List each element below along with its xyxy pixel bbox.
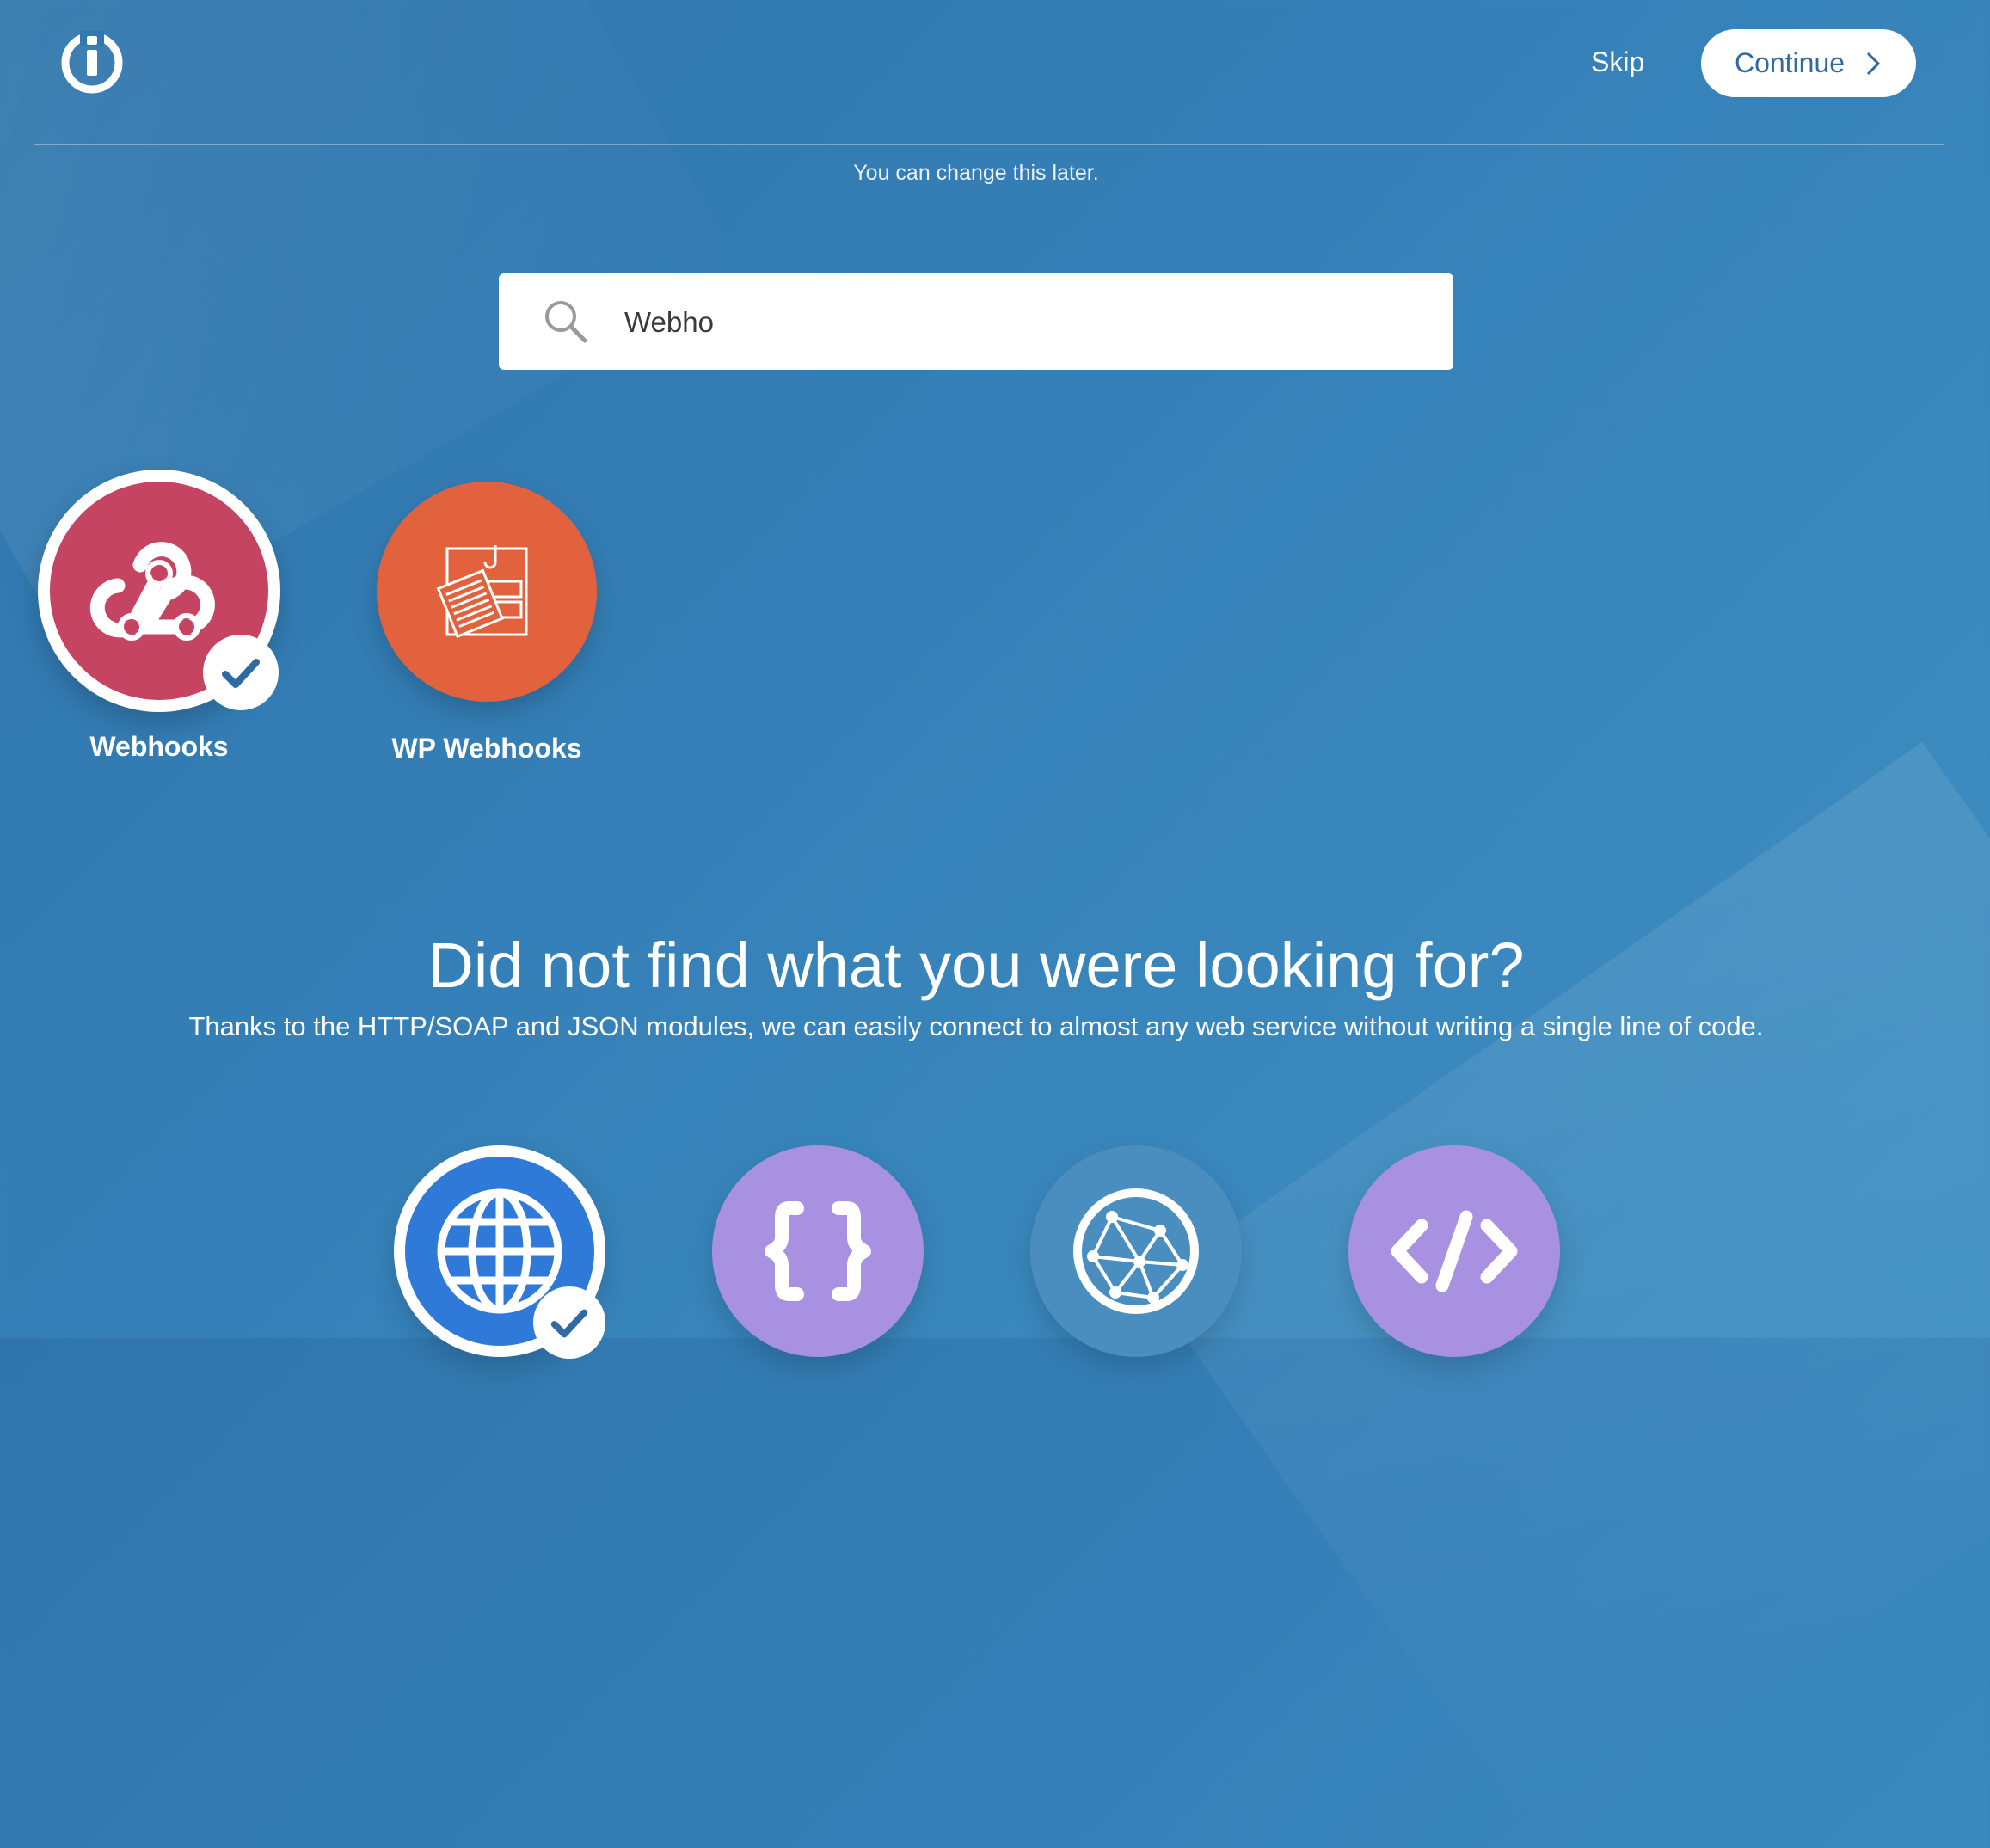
continue-label: Continue bbox=[1734, 47, 1846, 78]
search-icon bbox=[545, 301, 587, 343]
wp-webhooks-icon bbox=[436, 545, 528, 639]
continue-button[interactable]: Continue bbox=[1701, 29, 1916, 97]
skip-button[interactable]: Skip bbox=[1591, 46, 1644, 78]
chevron-right-icon bbox=[1866, 52, 1881, 75]
app-tile-wp-webhooks[interactable]: WP Webhooks bbox=[377, 482, 597, 764]
network-icon bbox=[1073, 1188, 1199, 1314]
app-icon-circle bbox=[38, 470, 280, 712]
logo-icon[interactable] bbox=[60, 31, 124, 95]
app-label: WP Webhooks bbox=[391, 733, 582, 764]
code-tag-icon bbox=[1391, 1210, 1518, 1292]
selected-badge bbox=[533, 1286, 605, 1359]
app-icon-circle bbox=[377, 482, 597, 702]
module-json[interactable] bbox=[712, 1145, 924, 1357]
selected-badge bbox=[203, 635, 279, 710]
app-tile-webhooks[interactable]: Webhooks bbox=[38, 470, 280, 763]
hint-text: You can change this later. bbox=[853, 161, 1099, 185]
json-braces-icon bbox=[765, 1201, 871, 1301]
app-label: Webhooks bbox=[89, 731, 229, 762]
help-subtitle: Thanks to the HTTP/SOAP and JSON modules… bbox=[188, 1011, 1764, 1041]
background-facet bbox=[1147, 741, 1990, 1848]
checkmark-icon bbox=[550, 1309, 588, 1338]
module-http[interactable] bbox=[394, 1145, 605, 1359]
search-input[interactable] bbox=[623, 273, 1417, 371]
module-network[interactable] bbox=[1030, 1145, 1242, 1357]
search-box[interactable] bbox=[499, 273, 1453, 371]
module-code[interactable] bbox=[1348, 1145, 1560, 1357]
help-title: Did not find what you were looking for? bbox=[427, 930, 1525, 1001]
header-divider bbox=[34, 144, 1944, 145]
checkmark-icon bbox=[222, 659, 260, 688]
